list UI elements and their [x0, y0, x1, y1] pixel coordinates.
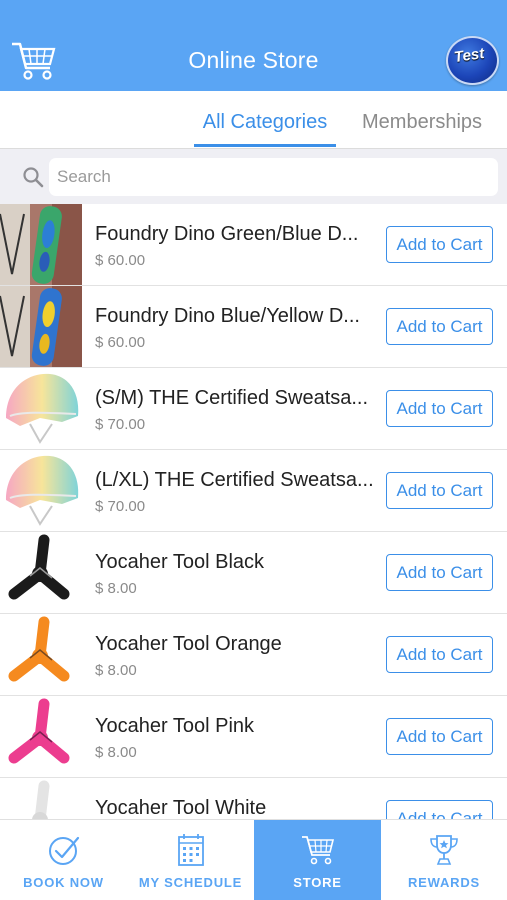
search-icon: [22, 166, 44, 188]
check-circle-icon: [47, 833, 81, 867]
list-item[interactable]: Foundry Dino Blue/Yellow D... $ 60.00 Ad…: [0, 286, 507, 368]
app-header: Online Store Test: [0, 0, 507, 91]
product-image: [0, 368, 82, 449]
list-item[interactable]: Yocaher Tool Black $ 8.00 Add to Cart: [0, 532, 507, 614]
product-image: [0, 204, 82, 285]
tab-book-now[interactable]: BOOK NOW: [0, 820, 127, 900]
product-image: [0, 532, 82, 613]
category-tabs: All Categories Memberships: [0, 91, 507, 148]
search-input[interactable]: [49, 158, 498, 196]
product-image: [0, 614, 82, 695]
list-item[interactable]: Yocaher Tool Orange $ 8.00 Add to Cart: [0, 614, 507, 696]
list-item[interactable]: Yocaher Tool White Add to Cart: [0, 778, 507, 819]
tab-label: REWARDS: [407, 875, 481, 890]
tab-my-schedule[interactable]: MY SCHEDULE: [127, 820, 254, 900]
tab-rewards[interactable]: REWARDS: [381, 820, 507, 900]
add-to-cart-button[interactable]: Add to Cart: [386, 800, 493, 819]
product-price: $ 8.00: [95, 662, 137, 679]
product-name: Yocaher Tool Orange: [95, 633, 282, 655]
calendar-icon: [174, 833, 208, 867]
product-image: [0, 696, 82, 777]
product-price: $ 70.00: [95, 498, 146, 515]
search-bar: [0, 148, 507, 204]
avatar[interactable]: Test: [446, 36, 499, 85]
product-price: $ 8.00: [95, 580, 137, 597]
product-name: Foundry Dino Blue/Yellow D...: [95, 305, 360, 327]
add-to-cart-button[interactable]: Add to Cart: [386, 554, 493, 591]
trophy-icon: [427, 833, 461, 867]
add-to-cart-button[interactable]: Add to Cart: [386, 308, 493, 345]
tab-label: STORE: [293, 875, 342, 890]
product-image: [0, 778, 82, 819]
product-name: Yocaher Tool Pink: [95, 715, 255, 737]
product-name: Yocaher Tool White: [95, 797, 267, 819]
product-price: $ 60.00: [95, 334, 146, 351]
product-image: [0, 286, 82, 367]
add-to-cart-button[interactable]: Add to Cart: [386, 226, 493, 263]
product-price: $ 60.00: [95, 252, 146, 269]
tab-all-categories[interactable]: All Categories: [194, 111, 336, 134]
page-title: Online Store: [188, 47, 319, 73]
product-name: Yocaher Tool Black: [95, 551, 265, 573]
active-tab-indicator: [194, 144, 336, 147]
tab-store[interactable]: STORE: [254, 820, 381, 900]
product-image: [0, 450, 82, 531]
product-name: Foundry Dino Green/Blue D...: [95, 223, 359, 245]
product-list: Foundry Dino Green/Blue D... $ 60.00 Add…: [0, 204, 507, 819]
bottom-tab-bar: BOOK NOW MY SCHEDULE STORE REWARDS: [0, 819, 507, 900]
product-name: (L/XL) THE Certified Sweatsa...: [95, 469, 374, 491]
add-to-cart-button[interactable]: Add to Cart: [386, 636, 493, 673]
list-item[interactable]: Foundry Dino Green/Blue D... $ 60.00 Add…: [0, 204, 507, 286]
list-item[interactable]: (S/M) THE Certified Sweatsa... $ 70.00 A…: [0, 368, 507, 450]
add-to-cart-button[interactable]: Add to Cart: [386, 718, 493, 755]
tab-label: BOOK NOW: [23, 875, 104, 890]
cart-icon: [301, 833, 335, 867]
add-to-cart-button[interactable]: Add to Cart: [386, 390, 493, 427]
list-item[interactable]: (L/XL) THE Certified Sweatsa... $ 70.00 …: [0, 450, 507, 532]
tab-memberships[interactable]: Memberships: [362, 111, 482, 134]
product-price: $ 8.00: [95, 744, 137, 761]
product-name: (S/M) THE Certified Sweatsa...: [95, 387, 369, 409]
avatar-text: Test: [452, 44, 486, 67]
tab-label: MY SCHEDULE: [138, 875, 243, 890]
product-price: $ 70.00: [95, 416, 146, 433]
add-to-cart-button[interactable]: Add to Cart: [386, 472, 493, 509]
list-item[interactable]: Yocaher Tool Pink $ 8.00 Add to Cart: [0, 696, 507, 778]
